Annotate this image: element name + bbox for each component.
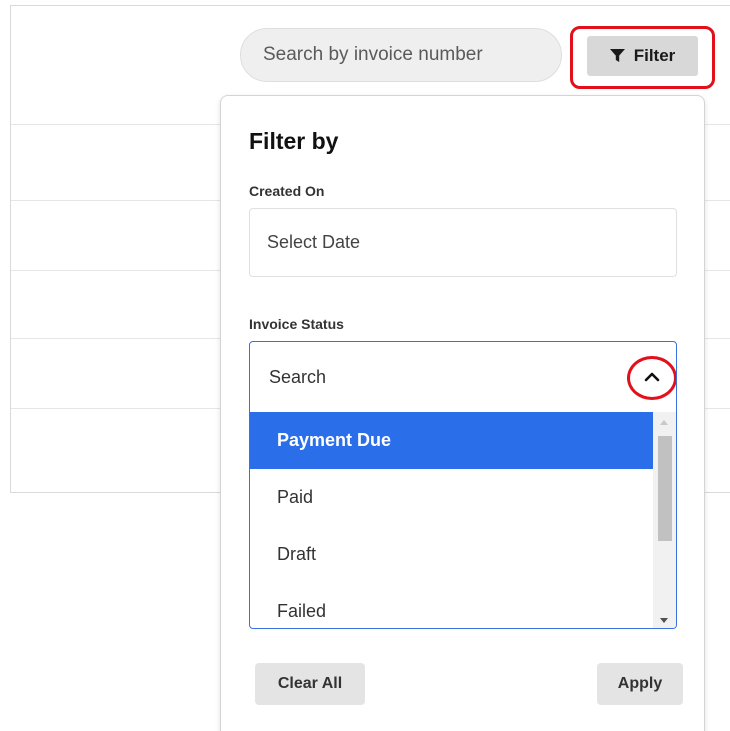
invoice-status-search[interactable]: Search <box>250 342 676 412</box>
invoice-status-label: Invoice Status <box>249 316 344 332</box>
scroll-up-arrow-icon[interactable] <box>660 420 668 425</box>
created-on-date-picker[interactable]: Select Date <box>249 208 677 277</box>
collapse-toggle-highlight[interactable] <box>627 356 676 400</box>
apply-button[interactable]: Apply <box>597 663 683 705</box>
created-on-placeholder: Select Date <box>267 232 361 252</box>
page: Filter Filter by Created On Select Date … <box>0 0 730 731</box>
options-scrollbar[interactable] <box>653 412 676 628</box>
option-label: Payment Due <box>277 430 392 450</box>
option-draft[interactable]: Draft <box>250 526 654 583</box>
scrollbar-thumb[interactable] <box>658 436 672 541</box>
filter-panel-title: Filter by <box>249 128 339 154</box>
option-payment-due[interactable]: Payment Due <box>250 412 654 469</box>
invoice-search-input[interactable] <box>261 43 561 67</box>
clear-all-label: Clear All <box>277 675 343 692</box>
option-paid[interactable]: Paid <box>250 469 654 526</box>
option-label: Paid <box>277 487 314 507</box>
chevron-up-icon <box>644 369 660 387</box>
option-label: Failed <box>277 601 327 621</box>
clear-all-button[interactable]: Clear All <box>255 663 365 705</box>
invoice-status-options: Payment Due Paid Draft Failed <box>250 412 676 628</box>
option-failed[interactable]: Failed <box>250 583 654 628</box>
invoice-status-search-text: Search <box>269 366 327 387</box>
apply-label: Apply <box>617 675 663 692</box>
filter-button[interactable]: Filter <box>587 36 698 76</box>
scroll-down-arrow-icon[interactable] <box>660 618 668 623</box>
invoice-search[interactable] <box>240 28 562 82</box>
invoice-status-select[interactable]: Search Payment Due Paid Draft Failed <box>249 341 677 629</box>
filter-panel: Filter by Created On Select Date Invoice… <box>220 95 705 731</box>
funnel-icon <box>609 49 625 63</box>
filter-button-label: Filter <box>633 46 676 65</box>
created-on-label: Created On <box>249 183 325 199</box>
option-label: Draft <box>277 544 317 564</box>
